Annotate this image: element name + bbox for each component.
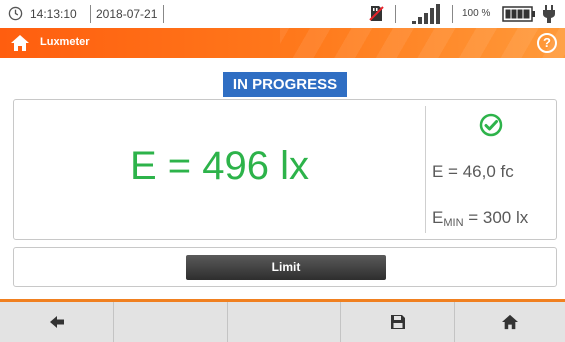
signal-icon <box>412 4 440 24</box>
divider <box>425 106 426 233</box>
save-button[interactable] <box>341 302 454 342</box>
battery-percent: 100 % <box>462 8 491 19</box>
status-bar: 14:13:10 2018-07-21 100 % <box>0 0 565 28</box>
main-reading: E = 496 lx <box>129 144 309 188</box>
emin-reading: EMIN = 300 lx <box>432 208 528 229</box>
measurement-panel: E = 496 lx E = 46,0 fc EMIN = 300 lx <box>13 99 557 240</box>
limit-panel: Limit <box>13 247 557 287</box>
home-icon[interactable] <box>10 34 30 52</box>
status-badge: IN PROGRESS <box>223 72 347 97</box>
sd-card-icon <box>369 6 384 21</box>
help-icon[interactable]: ? <box>537 33 557 53</box>
divider <box>163 5 164 23</box>
emin-value: = 300 lx <box>463 208 529 227</box>
home-icon <box>502 314 518 330</box>
divider <box>452 5 453 23</box>
divider <box>395 5 396 23</box>
footcandle-reading: E = 46,0 fc <box>432 162 514 181</box>
emin-subscript: MIN <box>443 217 464 229</box>
clock-date: 2018-07-21 <box>96 7 158 21</box>
plug-icon <box>543 5 555 23</box>
back-icon <box>49 316 64 328</box>
home-button[interactable] <box>455 302 565 342</box>
divider <box>90 5 91 23</box>
save-icon <box>390 315 405 329</box>
title-bar: Luxmeter ? <box>0 28 565 58</box>
back-button[interactable] <box>0 302 113 342</box>
clock-icon <box>8 6 23 21</box>
toolbar-slot-3[interactable] <box>228 302 341 342</box>
limit-button[interactable]: Limit <box>186 255 386 280</box>
battery-icon <box>502 6 535 22</box>
page-title: Luxmeter <box>40 36 90 48</box>
emin-symbol: E <box>432 208 444 227</box>
toolbar-slot-2[interactable] <box>114 302 227 342</box>
check-circle-icon <box>479 113 503 137</box>
clock-time: 14:13:10 <box>30 7 77 21</box>
